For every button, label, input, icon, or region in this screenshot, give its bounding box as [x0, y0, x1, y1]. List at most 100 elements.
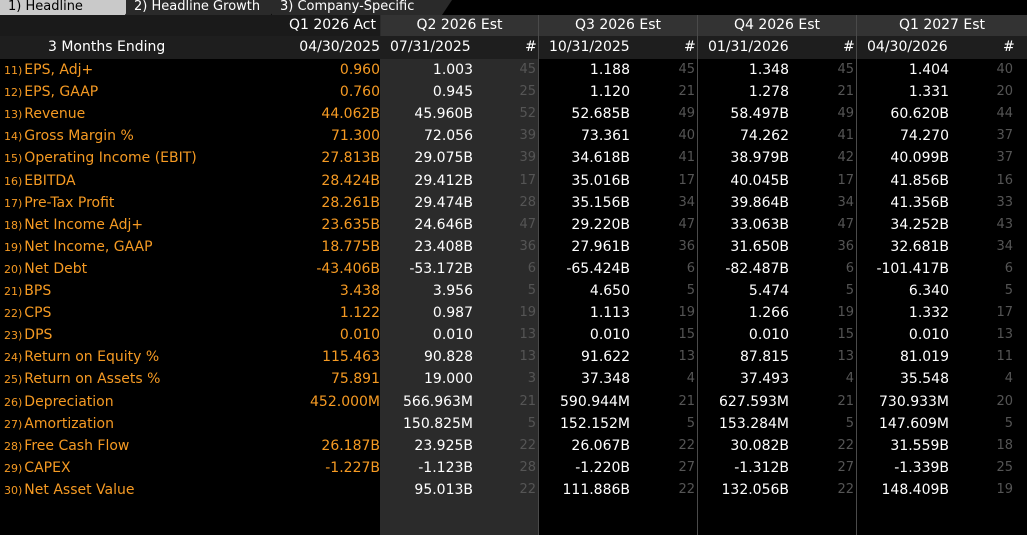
row-number: 19): [4, 240, 23, 254]
row-label[interactable]: 13) Revenue: [4, 103, 85, 126]
row-label[interactable]: 27) Amortization: [4, 413, 114, 436]
table-row[interactable]: 29) CAPEX -1.227B -1.123B 28 -1.220B 27 -1.312B…: [0, 457, 1027, 479]
tab-company-specific[interactable]: 3) Company-Specific: [272, 0, 452, 15]
table-row[interactable]: 26) Depreciation 452.000M 566.963M 21 590.944…: [0, 391, 1027, 413]
estimate-count: 13: [837, 349, 854, 365]
row-label[interactable]: 26) Depreciation: [4, 391, 114, 414]
estimate-value: 4.650: [589, 283, 630, 299]
tab-headline[interactable]: 1) Headline: [0, 0, 135, 15]
estimate-value: 1.278: [748, 84, 789, 101]
estimate-count: 43: [996, 216, 1013, 232]
table-row[interactable]: 16) EBITDA 28.424B 29.412B 17 35.016B 17 40.045…: [0, 170, 1027, 192]
estimate-value: 1.331: [908, 84, 949, 101]
table-row[interactable]: 12) EPS, GAAP 0.760 0.945 25 1.120 21 1.278 21 1.…: [0, 81, 1027, 103]
row-label-text: Depreciation: [24, 393, 114, 410]
row-label-text: Operating Income (EBIT): [24, 150, 197, 167]
row-label[interactable]: 19) Net Income, GAAP: [4, 236, 153, 259]
estimate-count: 17: [678, 172, 695, 188]
row-label[interactable]: 15) Operating Income (EBIT): [4, 147, 197, 170]
table-row[interactable]: 28) Free Cash Flow 26.187B 23.925B 22 26.067B…: [0, 435, 1027, 457]
table-row[interactable]: 11) EPS, Adj+ 0.960 1.003 45 1.188 45 1.348 45 1.…: [0, 59, 1027, 81]
estimate-value: 627.593M: [719, 393, 789, 410]
estimate-count: 5: [845, 283, 854, 298]
count-header-q2: #: [525, 39, 537, 55]
table-row[interactable]: 15) Operating Income (EBIT) 27.813B 29.075B…: [0, 147, 1027, 169]
estimate-value: -82.487B: [725, 260, 789, 277]
row-label[interactable]: 23) DPS: [4, 324, 52, 347]
header-q1-2027-est[interactable]: Q1 2027 Est: [857, 15, 1027, 36]
estimate-value: 148.409B: [881, 481, 950, 498]
actual-value: 0.960: [339, 62, 380, 78]
row-label[interactable]: 30) Net Asset Value: [4, 479, 135, 502]
estimate-count: 13: [519, 349, 536, 365]
row-label[interactable]: 28) Free Cash Flow: [4, 435, 129, 458]
date-q3-2026: 10/31/2025: [549, 39, 630, 55]
row-label[interactable]: 18) Net Income Adj+: [4, 214, 143, 237]
estimate-value: 35.016B: [571, 172, 630, 189]
estimate-count: 5: [1004, 415, 1013, 431]
row-label[interactable]: 12) EPS, GAAP: [4, 81, 98, 104]
table-row[interactable]: 20) Net Debt -43.406B -53.172B 6 -65.424B 6 -82…: [0, 258, 1027, 280]
table-row[interactable]: 19) Net Income, GAAP 18.775B 23.408B 36 27.96…: [0, 236, 1027, 258]
actual-value: 1.122: [339, 305, 380, 322]
estimate-value: 1.120: [589, 84, 630, 101]
estimate-count: 52: [519, 106, 536, 122]
table-row[interactable]: 23) DPS 0.010 0.010 13 0.010 15 0.010 15 0.010 13: [0, 324, 1027, 346]
table-row[interactable]: 17) Pre-Tax Profit 28.261B 29.474B 28 35.156B…: [0, 192, 1027, 214]
estimate-value: 566.963M: [403, 393, 473, 410]
estimate-value: 74.262: [740, 128, 789, 145]
actual-value: 23.635B: [321, 216, 380, 233]
tab-headline-growth[interactable]: 2) Headline Growth: [126, 0, 281, 15]
row-label[interactable]: 11) EPS, Adj+: [4, 59, 93, 82]
estimate-value: 0.010: [432, 327, 473, 344]
table-row[interactable]: 22) CPS 1.122 0.987 19 1.113 19 1.266 19 1.332 17: [0, 302, 1027, 324]
table-row[interactable]: 30) Net Asset Value 95.013B 22 111.886B 22 132…: [0, 479, 1027, 501]
table-row[interactable]: 18) Net Income Adj+ 23.635B 24.646B 47 29.220…: [0, 214, 1027, 236]
table-row[interactable]: 24) Return on Equity % 115.463 90.828 13 91.6…: [0, 346, 1027, 368]
estimate-value: 41.856B: [890, 172, 949, 189]
estimate-count: 4: [686, 371, 695, 387]
actual-value: 28.261B: [321, 194, 380, 211]
estimate-value: 87.815: [740, 349, 789, 366]
estimate-value: 41.356B: [890, 194, 949, 211]
table-row[interactable]: 14) Gross Margin % 71.300 72.056 39 73.361 40 7…: [0, 125, 1027, 147]
row-label[interactable]: 20) Net Debt: [4, 258, 87, 281]
row-number: 24): [4, 351, 23, 365]
row-label[interactable]: 17) Pre-Tax Profit: [4, 192, 114, 215]
estimate-count: 40: [996, 62, 1013, 77]
estimate-value: 0.010: [589, 327, 630, 344]
estimate-count: 17: [996, 305, 1013, 321]
row-label[interactable]: 29) CAPEX: [4, 457, 71, 480]
row-label[interactable]: 24) Return on Equity %: [4, 346, 159, 369]
header-q1-2026-act[interactable]: Q1 2026 Act: [0, 15, 380, 36]
estimate-value: -1.312B: [734, 459, 789, 476]
header-q3-2026-est[interactable]: Q3 2026 Est: [539, 15, 697, 36]
row-number: 21): [4, 285, 23, 298]
table-row[interactable]: 13) Revenue 44.062B 45.960B 52 52.685B 49 58.49…: [0, 103, 1027, 125]
row-label[interactable]: 14) Gross Margin %: [4, 125, 134, 148]
row-label[interactable]: 21) BPS: [4, 280, 51, 303]
row-label-text: EPS, GAAP: [24, 84, 99, 101]
estimate-count: 19: [996, 481, 1013, 497]
estimate-count: 21: [678, 393, 695, 409]
estimate-count: 41: [678, 150, 695, 166]
header-q4-2026-est[interactable]: Q4 2026 Est: [698, 15, 856, 36]
estimate-value: 45.960B: [414, 106, 473, 123]
estimate-count: 25: [519, 84, 536, 100]
row-label[interactable]: 25) Return on Assets %: [4, 368, 160, 391]
table-row[interactable]: 21) BPS 3.438 3.956 5 4.650 5 5.474 5 6.340 5: [0, 280, 1027, 302]
row-label[interactable]: 16) EBITDA: [4, 170, 76, 193]
estimate-count: 22: [678, 437, 695, 453]
table-row[interactable]: 25) Return on Assets % 75.891 19.000 3 37.348…: [0, 368, 1027, 390]
header-q2-2026-est[interactable]: Q2 2026 Est: [381, 15, 538, 36]
estimate-value: 19.000: [424, 371, 473, 388]
estimate-count: 34: [996, 238, 1013, 254]
estimate-count: 42: [837, 150, 854, 166]
estimate-value: 73.361: [581, 128, 630, 145]
estimate-value: 31.559B: [890, 437, 949, 454]
row-label[interactable]: 22) CPS: [4, 302, 51, 325]
estimate-value: 33.063B: [730, 216, 789, 233]
actual-value: 28.424B: [321, 172, 380, 189]
estimate-value: 52.685B: [571, 106, 630, 123]
table-row[interactable]: 27) Amortization 150.825M 5 152.152M 5 153.284…: [0, 413, 1027, 435]
